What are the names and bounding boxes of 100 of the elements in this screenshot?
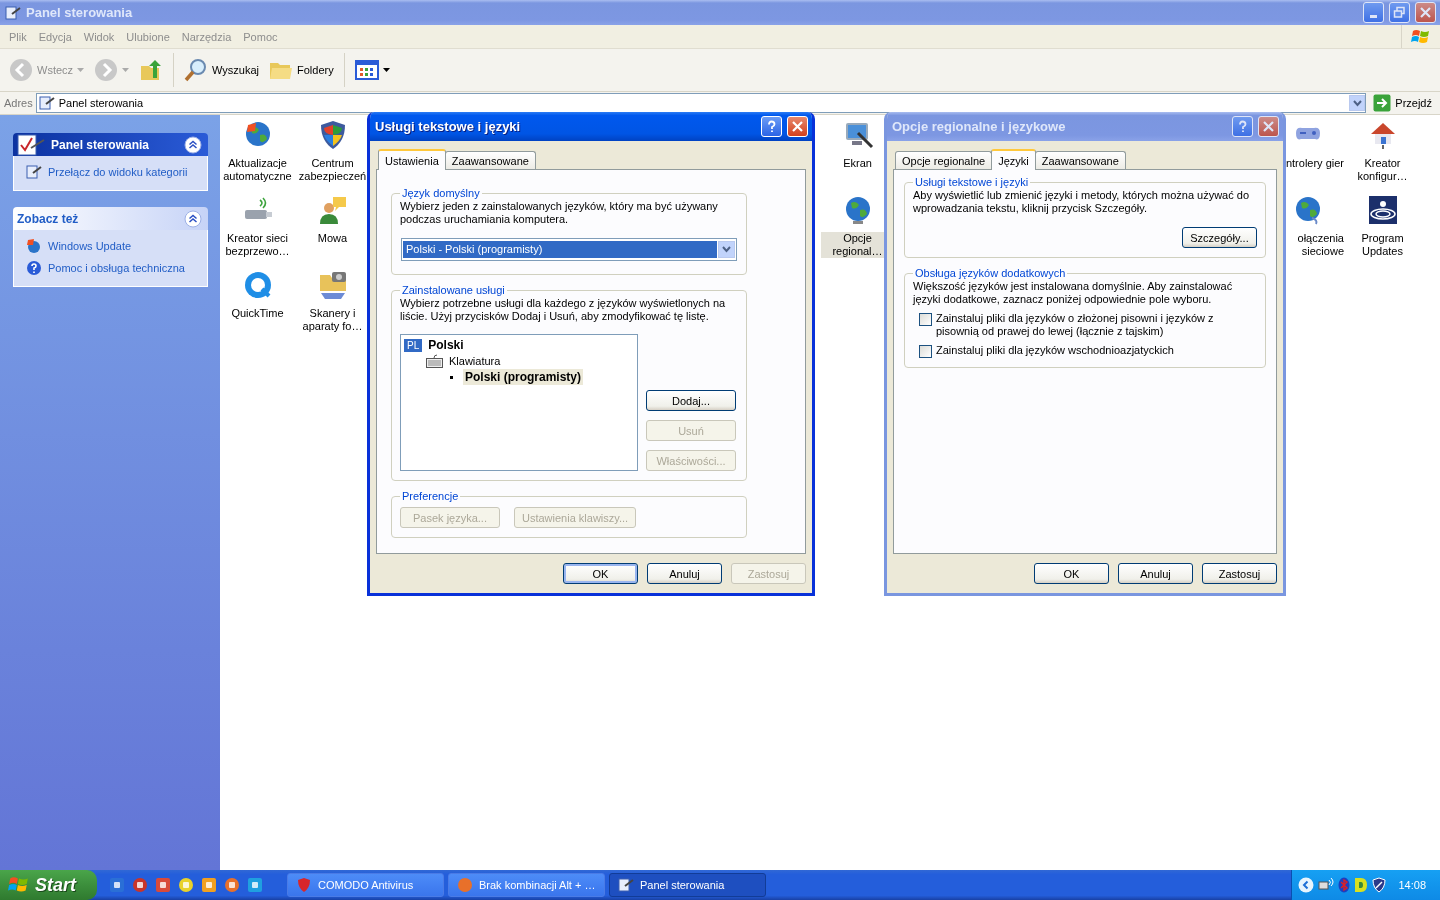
group-description: Aby wyświetlić lub zmienić języki i metody, których można używać do wprowadzania tekstu, kliknij przycisk Szczegóły. <box>913 189 1251 215</box>
dialog-button[interactable]: Szczegóły... <box>1182 227 1257 248</box>
task-link[interactable]: Pomoc i obsługa techniczna <box>26 260 197 276</box>
control-panel-item[interactable]: ntrolery gier <box>1284 157 1345 170</box>
taskbar-button[interactable]: COMODO Antivirus <box>287 873 444 897</box>
folder-up-icon <box>139 58 164 82</box>
chevron-down-icon <box>1352 99 1362 107</box>
bluetooth-icon <box>1338 877 1351 893</box>
help-icon <box>765 120 778 133</box>
dropdown-button[interactable] <box>1349 95 1366 111</box>
dialog-button[interactable]: Anuluj <box>1118 563 1193 584</box>
language-badge: PL <box>404 338 423 352</box>
collapse-icon <box>184 209 202 228</box>
address-label: Adres <box>4 97 33 109</box>
windows-flag-icon <box>1411 27 1431 46</box>
control-panel-icon <box>5 4 21 21</box>
dialog-button[interactable]: Anuluj <box>647 563 722 584</box>
bullet-icon <box>450 375 453 379</box>
dialog-button[interactable]: Zastosuj <box>1202 563 1277 584</box>
tab[interactable]: Zaawansowane <box>444 151 536 169</box>
network-icon <box>1318 877 1335 893</box>
dialog-button[interactable]: Dodaj... <box>646 390 736 411</box>
address-field[interactable]: Panel sterowania <box>35 93 1367 113</box>
control-panel-icon <box>618 877 634 893</box>
task-pane-title: Panel sterowania <box>51 137 151 152</box>
tab[interactable]: Opcje regionalne <box>895 151 993 169</box>
clock: 14:08 <box>1398 879 1426 891</box>
tree-item[interactable]: Klawiatura <box>447 354 503 368</box>
go-button[interactable]: Przejdź <box>1369 94 1436 112</box>
caret-icon <box>77 68 85 72</box>
views-icon <box>354 60 379 80</box>
language-dropdown[interactable]: Polski - Polski (programisty) <box>401 238 737 261</box>
search-button[interactable]: Wyszukaj <box>181 56 263 84</box>
collapse-icon <box>184 135 202 154</box>
taskbar-button[interactable]: Panel sterowania <box>609 873 766 897</box>
group-title: Usługi tekstowe i języki <box>914 176 1030 188</box>
minimize-icon <box>1370 15 1377 18</box>
dialog-button[interactable]: OK <box>563 563 638 584</box>
tray-app-icon <box>1354 877 1369 893</box>
control-panel-item[interactable]: Program Updates <box>1345 232 1420 258</box>
control-panel-item[interactable]: Centrum zabezpieczeń <box>295 157 370 183</box>
chevron-left-icon[interactable] <box>1298 877 1315 893</box>
control-panel-item[interactable]: Aktualizacje automatyczne <box>220 157 295 183</box>
control-panel-item[interactable]: Kreator konfigur… <box>1345 157 1420 183</box>
control-panel-item[interactable]: Skanery i aparaty fo… <box>295 307 370 333</box>
control-panel-item[interactable]: QuickTime <box>230 307 285 320</box>
group-title: Język domyślny <box>401 187 481 199</box>
close-icon <box>1262 120 1275 133</box>
control-panel-item[interactable]: Ekran <box>842 157 873 170</box>
folders-button[interactable]: Foldery <box>266 57 337 83</box>
group-title: Preferencje <box>401 490 460 502</box>
group-description: Wybierz potrzebne usługi dla każdego z języków wyświetlonych na liście. Użyj przycisków Dodaj i Usuń, aby zmodyfikować tę listę. <box>400 297 727 323</box>
group-title: Zainstalowane usługi <box>401 284 506 296</box>
keyboard-icon <box>426 354 443 368</box>
close-icon <box>791 120 804 133</box>
taskbar-button[interactable]: Brak kombinacji Alt + … <box>448 873 605 897</box>
task-pane-title: Zobacz też <box>17 211 80 226</box>
minimize-button[interactable] <box>1363 2 1384 23</box>
close-icon <box>1419 6 1432 19</box>
dialog-title: Usługi tekstowe i języki <box>375 119 522 134</box>
group-description: Wybierz jeden z zainstalowanych języków, który ma być używany podczas uruchamiania komputera. <box>400 200 719 226</box>
checkbox-label: Zainstaluj pliki dla języków o złożonej pisowni i języków z pisownią od prawej do lewej (łącznie z tajskim) <box>936 312 1215 338</box>
shield-icon <box>1372 877 1387 893</box>
checkbox[interactable] <box>919 313 932 326</box>
window-title: Panel sterowania <box>26 5 134 20</box>
checkbox-label: Zainstaluj pliki dla języków wschodnioazjatyckich <box>936 344 1174 357</box>
dialog-title: Opcje regionalne i językowe <box>892 119 1067 134</box>
maximize-icon <box>1393 6 1406 19</box>
tab[interactable]: Języki <box>991 149 1036 170</box>
checkbox[interactable] <box>919 345 932 358</box>
caret-icon <box>382 68 390 72</box>
tab[interactable]: Ustawienia <box>378 149 446 170</box>
help-button[interactable] <box>761 116 782 137</box>
task-link[interactable]: Windows Update <box>26 238 197 254</box>
help-icon <box>26 260 42 276</box>
control-panel-item[interactable]: Mowa <box>316 232 349 245</box>
help-button[interactable] <box>1232 116 1253 137</box>
task-link[interactable]: Przełącz do widoku kategorii <box>26 164 197 180</box>
dropdown-button[interactable] <box>718 241 735 258</box>
shield-icon <box>296 877 312 893</box>
dialog-button[interactable]: OK <box>1034 563 1109 584</box>
globe-icon <box>26 238 42 254</box>
tab[interactable]: Zaawansowane <box>1034 151 1126 169</box>
close-button[interactable] <box>787 116 808 137</box>
start-button[interactable]: Start <box>0 870 97 900</box>
close-button[interactable] <box>1415 2 1436 23</box>
group-title: Obsługa języków dodatkowych <box>914 267 1067 279</box>
tree-item[interactable]: Polski (programisty) <box>463 369 584 385</box>
control-panel-item[interactable]: Kreator sieci bezprzewo… <box>220 232 295 258</box>
control-panel-icon <box>38 95 55 111</box>
control-panel-icon <box>26 164 42 180</box>
windows-flag-icon <box>8 875 30 895</box>
maximize-button[interactable] <box>1389 2 1410 23</box>
search-icon <box>184 58 209 82</box>
caret-icon <box>122 68 130 72</box>
group-description: Większość języków jest instalowana domyślnie. Aby zainstalować języki dodatkowe, zaznacz poniżej odpowiednie pole wyboru. <box>913 280 1234 306</box>
tree-item[interactable]: Polski <box>426 337 466 353</box>
close-button[interactable] <box>1258 116 1279 137</box>
chevron-down-icon <box>722 246 731 253</box>
help-icon <box>1236 120 1249 133</box>
